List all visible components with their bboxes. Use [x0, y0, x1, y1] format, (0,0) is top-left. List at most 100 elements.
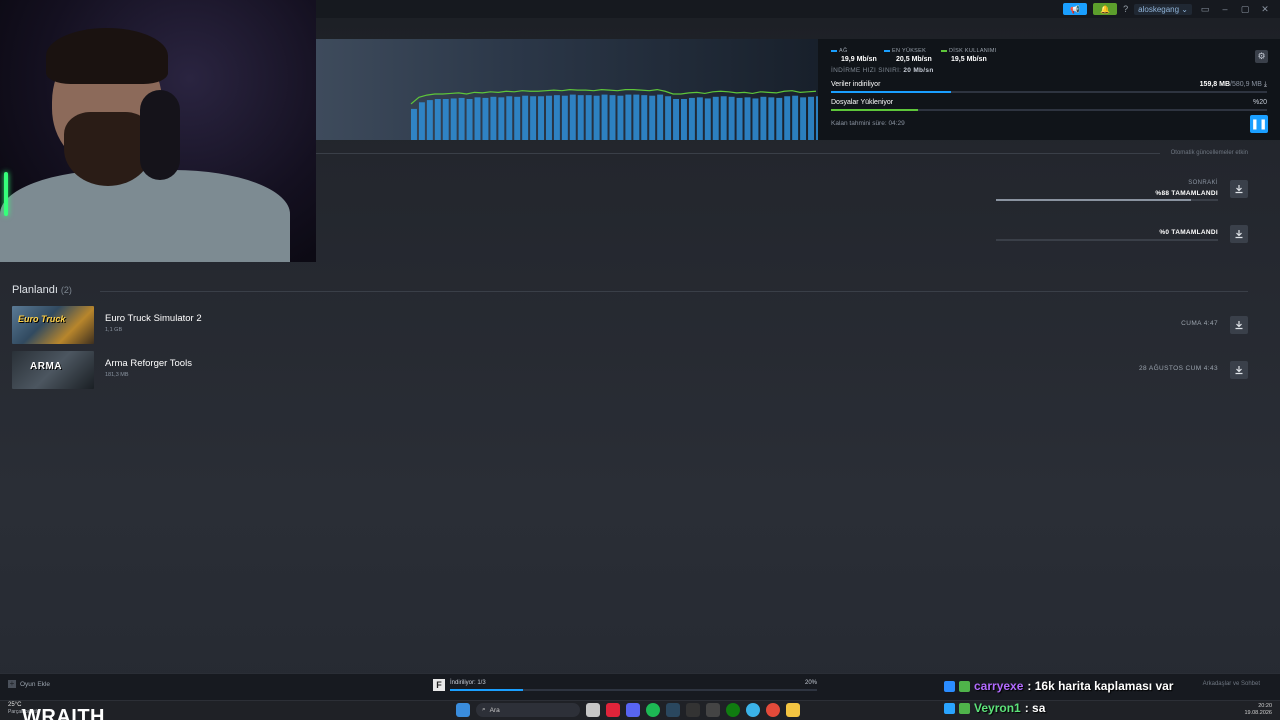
stat-network-value: 19,9 Mb/sn — [841, 56, 877, 63]
graph-bar — [434, 99, 441, 140]
queue-item-next: SONRAKİ %88 TAMAMLANDI — [988, 180, 1248, 201]
chat-sub-icon — [959, 702, 970, 714]
stat-peak-value: 20,5 Mb/sn — [896, 56, 932, 63]
graph-bar — [728, 96, 735, 140]
add-game-label: Oyun Ekle — [20, 680, 50, 688]
graph-bar — [490, 96, 497, 140]
ets2-size: 1,1 GB — [105, 327, 123, 333]
help-button[interactable]: ? — [1123, 4, 1128, 14]
graph-bar — [577, 95, 584, 140]
scheduled-item-ets2[interactable]: Euro Truck Euro Truck Simulator 2 1,1 GB… — [12, 306, 1248, 344]
arma-thumbnail[interactable]: ARMA — [12, 351, 94, 389]
graph-bar — [617, 95, 624, 140]
files-progress-track — [831, 109, 1267, 111]
bottom-download-status[interactable]: F İndiriliyor: 1/3 20% — [433, 678, 817, 696]
graph-bar — [514, 96, 521, 140]
data-done-value: 159,8 MB — [1199, 81, 1231, 88]
graph-bar — [657, 94, 664, 140]
system-tray[interactable]: 20:20 19.08.2026 — [1244, 703, 1272, 717]
scheduled-item-arma[interactable]: ARMA Arma Reforger Tools 181,3 MB 28 AĞU… — [12, 351, 1248, 389]
ets2-name[interactable]: Euro Truck Simulator 2 — [105, 313, 202, 324]
graph-bar — [808, 96, 814, 140]
auto-updates-note[interactable]: Otomatik güncellemeler etkin — [1171, 150, 1248, 156]
maximize-icon[interactable]: ▢ — [1238, 4, 1252, 15]
cam-beard — [64, 112, 152, 186]
cam-headset — [140, 90, 180, 180]
scheduled-count: (2) — [60, 285, 72, 295]
xbox-icon[interactable] — [726, 703, 740, 717]
capcut-icon[interactable] — [706, 703, 720, 717]
queue-second-download-button[interactable] — [1230, 225, 1248, 243]
opera-gx-icon[interactable] — [766, 703, 780, 717]
data-download-label: Veriler indiriliyor — [831, 81, 881, 88]
bottom-progress-track — [450, 689, 817, 691]
chat-text-2: : sa — [1024, 701, 1046, 715]
steam-icon[interactable] — [666, 703, 680, 717]
arma-download-button[interactable] — [1230, 361, 1248, 379]
graph-bar — [776, 97, 783, 140]
notifications-button[interactable]: 🔔 — [1093, 3, 1118, 15]
graph-bar — [688, 97, 695, 140]
graph-bar — [768, 97, 775, 140]
queue-next-download-button[interactable] — [1230, 180, 1248, 198]
chat-badge-icon — [944, 680, 955, 692]
cam-hair — [46, 28, 168, 84]
chat-message-2: Veyron1 : sa — [944, 701, 1045, 715]
account-menu[interactable]: aloskegang ⌄ — [1134, 3, 1192, 15]
graph-bar — [633, 94, 640, 140]
stat-disk: DİSK KULLANIMI 19,5 Mb/sn — [941, 48, 997, 63]
graph-bar — [450, 98, 457, 140]
downloading-pct: 20% — [804, 680, 817, 686]
big-picture-icon[interactable]: ▭ — [1198, 4, 1212, 15]
arma-logo: ARMA — [30, 361, 62, 372]
friends-chat-button[interactable]: Arkadaşlar ve Sohbet — [1203, 681, 1260, 687]
pause-download-button[interactable]: ❚❚ — [1250, 115, 1268, 133]
graph-bar — [609, 95, 616, 140]
graph-bar — [426, 100, 433, 140]
minimize-icon[interactable]: – — [1218, 4, 1232, 14]
queue-second-status: %0 TAMAMLANDI — [1159, 229, 1218, 236]
download-icon — [1235, 321, 1243, 330]
chat-user-2: Veyron1 — [974, 701, 1021, 715]
graph-bar — [681, 99, 687, 140]
scheduled-title: Planlandı — [12, 284, 58, 296]
bandwidth-graph-svg — [410, 88, 818, 140]
spotify-icon[interactable] — [646, 703, 660, 717]
pause-icon: ❚❚ — [1250, 118, 1268, 130]
divider-top — [316, 153, 1160, 154]
stream-overlay-name: WRAITH — [22, 706, 105, 720]
arma-name[interactable]: Arma Reforger Tools — [105, 358, 192, 369]
graph-bar — [625, 94, 632, 140]
files-loading-pct: %20 — [1252, 99, 1267, 106]
edge-icon[interactable] — [746, 703, 760, 717]
windows-start-icon[interactable] — [456, 703, 470, 717]
disk-legend-icon — [941, 49, 947, 52]
graph-bar — [561, 95, 568, 140]
opera-icon[interactable] — [606, 703, 620, 717]
download-icon — [1235, 185, 1243, 194]
ets2-thumbnail[interactable]: Euro Truck — [12, 306, 94, 344]
task-view-icon[interactable] — [586, 703, 600, 717]
files-progress-fill — [831, 109, 919, 111]
add-game-button[interactable]: + Oyun Ekle — [8, 680, 50, 688]
taskbar-search[interactable]: ⌕ Ara — [476, 703, 580, 717]
download-settings-button[interactable]: ⚙ — [1255, 50, 1268, 63]
ets2-download-button[interactable] — [1230, 316, 1248, 334]
discord-icon[interactable] — [626, 703, 640, 717]
file-explorer-icon[interactable] — [786, 703, 800, 717]
close-icon[interactable]: ✕ — [1258, 4, 1272, 15]
download-limit: İNDİRME HIZI SINIRI: 20 Mb/sn — [831, 67, 934, 74]
graph-bar — [696, 97, 703, 140]
plus-icon: + — [8, 679, 16, 688]
graph-bar — [442, 99, 449, 140]
graph-bar — [458, 97, 465, 140]
stat-disk-value: 19,5 Mb/sn — [951, 56, 987, 63]
epic-games-icon[interactable] — [686, 703, 700, 717]
graph-bar — [506, 96, 513, 140]
stat-network: AĞ 19,9 Mb/sn — [831, 48, 877, 63]
bell-icon: 🔔 — [1100, 4, 1111, 14]
graph-bar — [553, 95, 560, 140]
divider-scheduled — [100, 291, 1248, 292]
queue-next-label: SONRAKİ — [1188, 180, 1218, 186]
announcements-button[interactable]: 📢 — [1063, 3, 1088, 15]
